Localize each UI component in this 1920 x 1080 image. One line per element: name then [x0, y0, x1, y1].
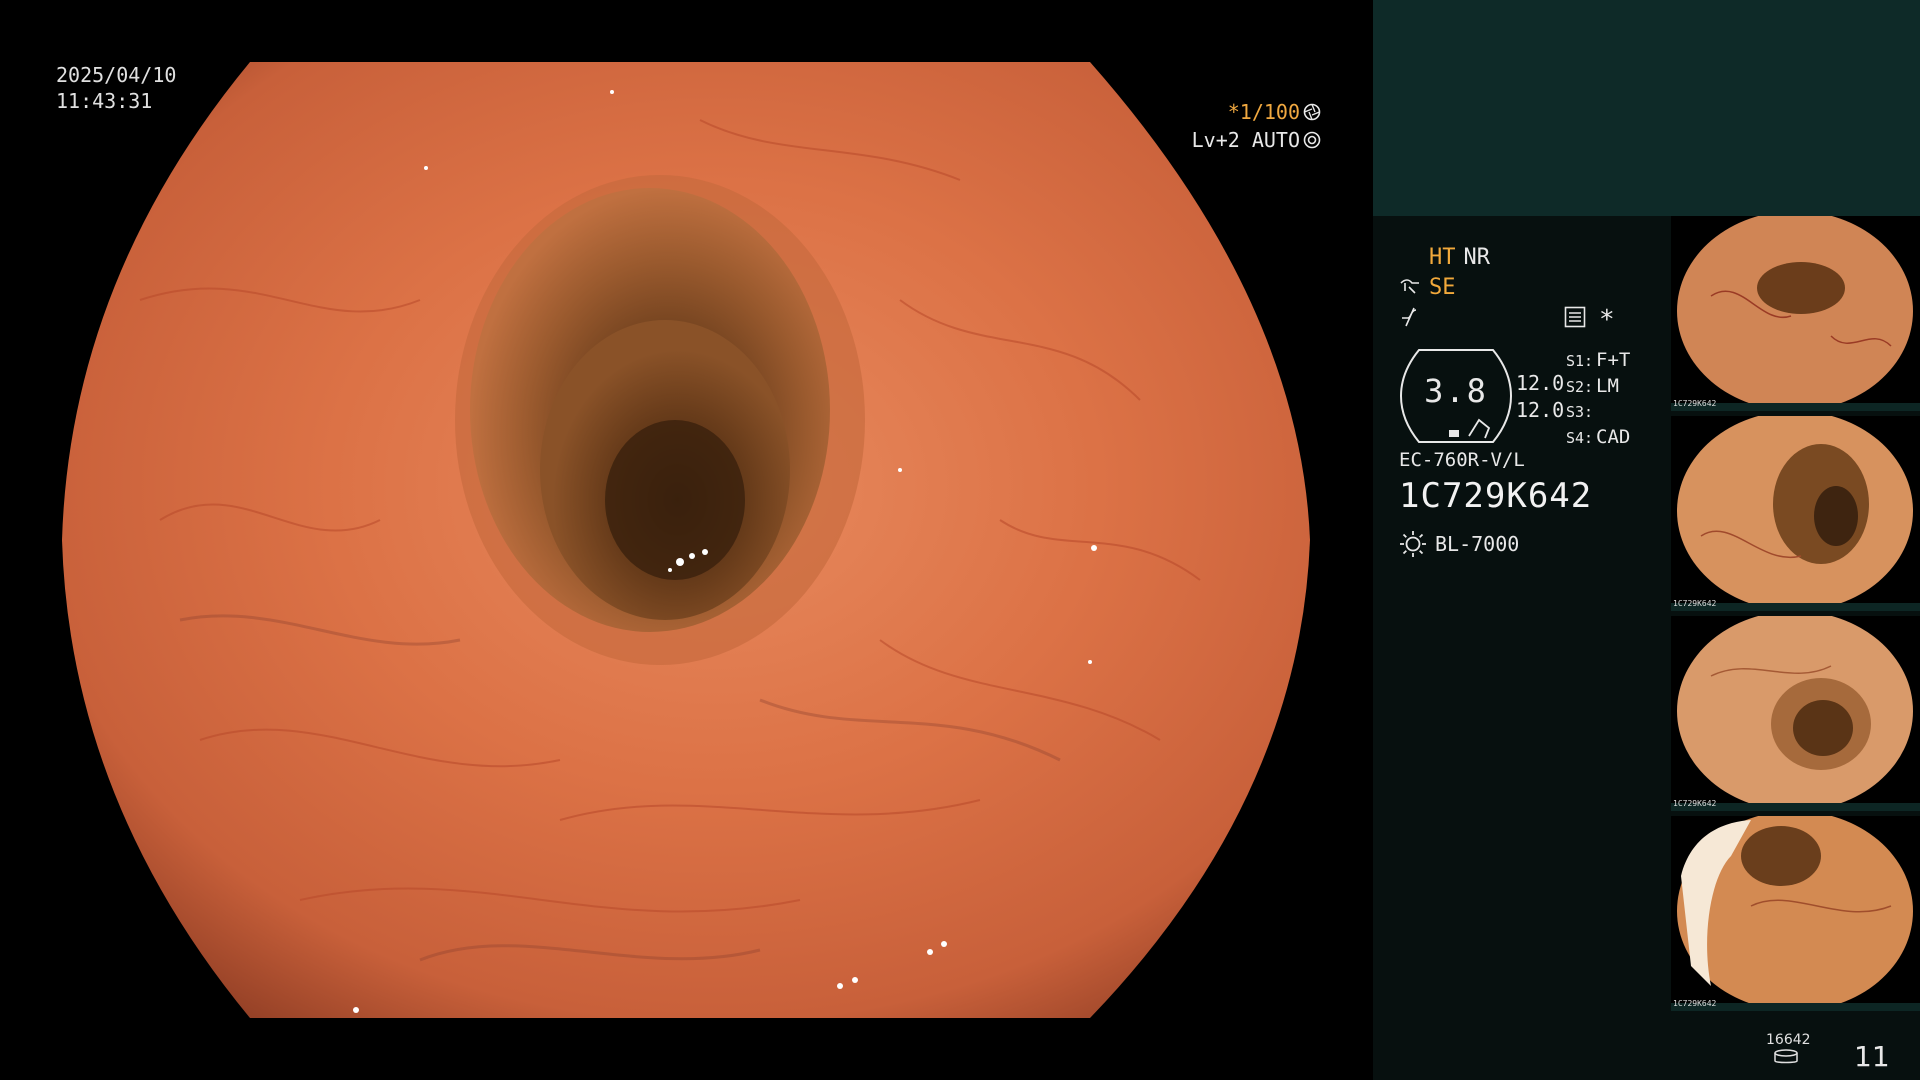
timestamp: 2025/04/10 11:43:31 [56, 62, 176, 114]
aperture-icon [1303, 103, 1321, 121]
thumbnail-caption: 1C729K642 [1673, 999, 1717, 1008]
exposure-readout: *1/100 Lv+2 AUTO [1192, 98, 1321, 154]
nr-mode: NR [1463, 244, 1491, 270]
slot-s2: S2: LM [1566, 375, 1619, 397]
brightness-gauge: 3.8 [1399, 348, 1513, 444]
shutter-speed: *1/100 [1227, 100, 1300, 124]
switch-assignments: S1: F+T S2: LM S3: S4: CAD [1566, 348, 1630, 451]
scope-serial: 1C729K642 [1399, 476, 1593, 516]
settings-list-icon [1564, 306, 1586, 328]
ht-mode: HT [1429, 244, 1456, 270]
thumbnail-3[interactable]: 1C729K642 [1671, 616, 1920, 811]
thumbnail-image [1677, 416, 1913, 611]
star-indicator: * [1599, 305, 1615, 335]
endoscopic-image [0, 0, 1373, 1080]
level-mode: Lv+2 AUTO [1191, 128, 1300, 152]
page-count: 11 [1854, 1040, 1890, 1073]
storage-icon [1774, 1049, 1798, 1064]
date-text: 2025/04/10 [56, 63, 177, 87]
light-source-icon [1400, 531, 1426, 557]
slot-s1: S1: F+T [1566, 349, 1631, 371]
status-panel: HT NR SE * 3.8 12.0 12.0 S1: F+T S2: LM … [1373, 0, 1920, 1080]
se-mode: SE [1429, 274, 1456, 300]
endoscope-main-view: 2025/04/10 11:43:31 *1/100 Lv+2 AUTO [0, 0, 1373, 1080]
thumbnail-1[interactable]: 1C729K642 [1671, 216, 1920, 411]
thumbnail-image [1677, 616, 1913, 811]
thumbnail-image [1677, 216, 1913, 411]
mode-indicators: HT NR SE [1399, 242, 1699, 332]
light-source: BL-7000 [1399, 530, 1519, 558]
signal-icon [1402, 307, 1417, 327]
thumbnail-caption: 1C729K642 [1673, 399, 1717, 408]
thumbnail-caption: 1C729K642 [1673, 599, 1717, 608]
gauge-readings: 12.0 12.0 [1516, 370, 1564, 424]
image-counter: 16642 [1766, 1032, 1811, 1048]
thumbnail-image [1677, 816, 1913, 1011]
time-text: 11:43:31 [56, 89, 153, 113]
slot-s4: S4: CAD [1566, 426, 1631, 448]
gauge-value: 3.8 [1424, 372, 1488, 410]
slot-s3: S3: [1566, 403, 1594, 421]
gauge-lower: 12.0 [1516, 398, 1565, 422]
capture-thumbnails: 1C729K642 1C729K642 1C729K642 1C729K642 [1671, 216, 1920, 1016]
thumbnail-4[interactable]: 1C729K642 [1671, 816, 1920, 1011]
enhance-icon [1400, 279, 1419, 294]
iris-icon [1303, 131, 1321, 149]
thumbnail-2[interactable]: 1C729K642 [1671, 416, 1920, 611]
panel-header-area [1373, 0, 1920, 216]
thumbnail-caption: 1C729K642 [1673, 799, 1717, 808]
light-source-label: BL-7000 [1435, 532, 1520, 556]
gauge-upper: 12.0 [1516, 371, 1565, 395]
scope-model: EC-760R-V/L [1399, 449, 1525, 471]
